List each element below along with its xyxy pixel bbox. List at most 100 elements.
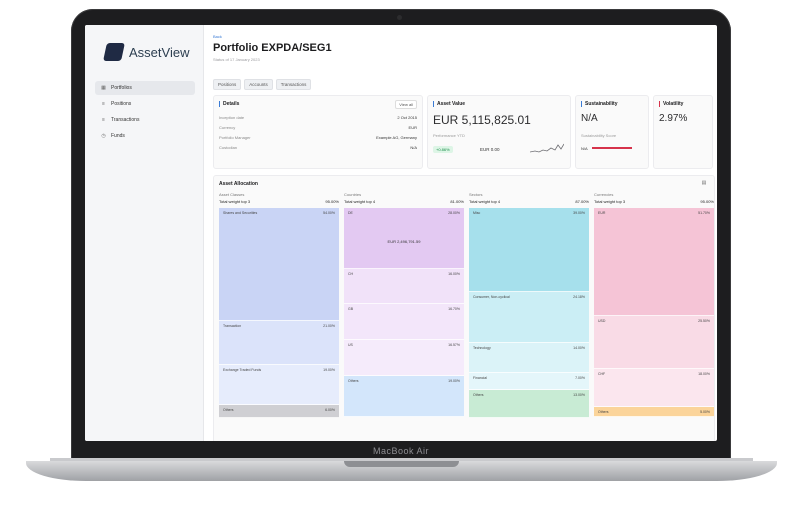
treemap-cell[interactable]: EUR 51.70% [594,208,714,316]
tab-positions[interactable]: Positions [213,79,242,90]
allocation-total-value: 95.00% [325,199,339,204]
treemap-cell[interactable]: DE 28.00% EUR 2,496,791.59 [344,208,464,269]
treemap-cell-value: 21.00% [323,324,335,328]
asset-allocation-panel: Asset Allocation ▤ Asset Classes Total we… [213,175,715,441]
allocation-column-asset-classes: Asset Classes Total weight top 3 95.00% Sha… [219,192,339,440]
tab-transactions[interactable]: Transactions [275,79,312,90]
allocation-column-sectors: Sectors Total weight top 4 87.00% Misc 39.00… [469,192,589,440]
treemap-cell-value: 28.00% [448,211,460,215]
details-title: Details [219,101,239,107]
volatility-value: 2.97% [659,113,688,124]
asset-value-title: Asset Value [433,101,465,107]
allocation-total-value: 81.00% [450,199,464,204]
grid-toggle-icon[interactable]: ▤ [700,180,708,187]
sidebar-item-funds[interactable]: ◷ Funds [95,129,195,143]
treemap-cell-value: 19.00% [323,368,335,372]
treemap-cell-value: 16.57% [448,343,460,347]
volatility-title: Volatility [659,101,683,107]
tab-accounts[interactable]: Accounts [244,79,273,90]
detail-value: Example AG, Germany [376,135,417,140]
treemap-cell[interactable]: Shares and Securities 54.00% [219,208,339,321]
treemap-cell-label: Transaction [223,324,242,328]
treemap-cell[interactable]: Exchange Traded Funds 19.00% [219,365,339,405]
treemap-cell-label: Misc [473,211,481,215]
treemap-cell-label: EUR [598,211,606,215]
allocation-total-row: Total weight top 4 81.00% [344,199,464,208]
view-all-button[interactable]: View all [395,100,417,109]
treemap-cell[interactable]: GB 16.70% [344,304,464,340]
asset-value-amount: EUR 5,115,825.01 [433,113,531,127]
back-link[interactable]: Back [213,34,222,39]
treemap-cell-label: Others [473,393,484,397]
sidebar-item-label: Positions [111,101,132,107]
list-icon: ≡ [102,100,105,107]
allocation-total-label: Total weight top 4 [344,199,376,204]
treemap-cell[interactable]: CH 16.00% [344,269,464,304]
sustainability-card: Sustainability N/A Sustainability Score … [575,95,649,169]
performance-label: Performance YTD [433,133,465,138]
detail-label: Inception date [219,115,245,120]
sustainability-title: Sustainability [581,101,618,107]
detail-row: Inception date 2 Oct 2015 [219,115,417,123]
sidebar-item-label: Transactions [111,117,140,123]
treemap-cell[interactable]: Others 13.00% [469,390,589,418]
sustainability-score-value: N/A [581,146,588,151]
treemap-cell[interactable]: CHF 18.00% [594,369,714,407]
sidebar: AssetView ▦ Portfolios ≡ Positions ≡ Tra… [85,25,204,441]
treemap-cell[interactable]: Others 19.00% [344,376,464,417]
allocation-column-heading: Currencies [594,192,614,197]
allocation-total-row: Total weight top 3 95.00% [594,199,714,208]
treemap-cell-label: Others [598,410,609,414]
treemap-cell-value: 54.00% [323,211,335,215]
treemap-cell-value: 24.18% [573,295,585,299]
treemap-cell-value: 16.00% [448,272,460,276]
treemap-cell[interactable]: Transaction 21.00% [219,321,339,365]
sidebar-item-portfolios[interactable]: ▦ Portfolios [95,81,195,95]
allocation-column-countries: Countries Total weight top 4 81.00% DE 28.00… [344,192,464,440]
treemap-cell-value: 7.00% [575,376,585,380]
treemap-cell-label: Technology [473,346,491,350]
details-card: Details View all Inception date 2 Oct 20… [213,95,423,169]
treemap-cell-label: DE [348,211,353,215]
treemap-cell-label: Exchange Traded Funds [223,368,262,372]
detail-row: Custodian N/A [219,145,417,153]
allocation-column-heading: Asset Classes [219,192,245,197]
detail-label: Currency [219,125,236,130]
detail-label: Portfolio Manager [219,135,251,140]
treemap-cell-value: 51.70% [698,211,710,215]
treemap-cell[interactable]: Technology 14.00% [469,343,589,373]
allocation-column-heading: Countries [344,192,362,197]
treemap-cell[interactable]: US 16.57% [344,340,464,376]
treemap-cell[interactable]: Consumer, Non-cyclical 24.18% [469,292,589,343]
logo-icon [103,43,125,61]
asset-value-card: Asset Value EUR 5,115,825.01 Performance… [427,95,571,169]
detail-value: EUR [408,125,417,130]
treemap-cell-value: 14.00% [573,346,585,350]
allocation-column-currencies: Currencies Total weight top 3 95.00% EUR 51.… [594,192,714,440]
treemap-cell-value: 6.00% [325,408,335,412]
sidebar-item-transactions[interactable]: ≡ Transactions [95,113,195,127]
allocation-column-heading: Sectors [469,192,483,197]
sidebar-item-label: Funds [111,133,125,139]
allocation-total-value: 87.00% [575,199,589,204]
performance-change-badge: +0.86% [433,146,453,153]
treemap-cell[interactable]: Misc 39.00% [469,208,589,292]
allocation-total-value: 95.00% [700,199,714,204]
asset-allocation-title: Asset Allocation [219,181,258,187]
tab-bar: Positions Accounts Transactions [213,79,312,90]
page-subtitle: Status of 17 January 2023 [213,57,260,62]
allocation-total-row: Total weight top 4 87.00% [469,199,589,208]
treemap-cell-label: CHF [598,372,606,376]
sidebar-item-positions[interactable]: ≡ Positions [95,97,195,111]
treemap-cell-label: Others [348,379,359,383]
treemap-cell[interactable]: Others 6.00% [219,405,339,418]
treemap-cell-label: Financial [473,376,488,380]
treemap-cell[interactable]: Financial 7.00% [469,373,589,390]
treemap-cell[interactable]: Others 5.00% [594,407,714,417]
detail-row: Currency EUR [219,125,417,133]
treemap-cell[interactable]: USD 25.50% [594,316,714,369]
treemap-cell-label: Others [223,408,234,412]
treemap-cell-label: Consumer, Non-cyclical [473,295,510,299]
treemap-cell-value: 5.00% [700,410,710,414]
app-logo[interactable]: AssetView [103,43,189,61]
